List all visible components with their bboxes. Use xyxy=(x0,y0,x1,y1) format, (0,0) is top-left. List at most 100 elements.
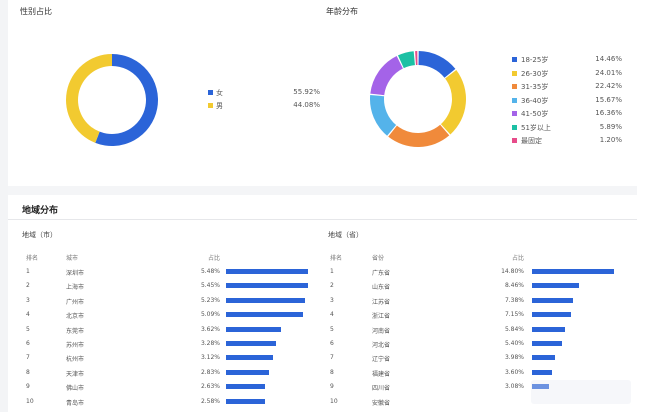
gender-legend-label-male: 男 xyxy=(216,102,223,110)
row-bar xyxy=(532,369,553,375)
row-bar xyxy=(532,269,615,274)
row-rank: 8 xyxy=(26,368,30,376)
row-name: 辽宁省 xyxy=(372,356,391,364)
province-subtitle: 地域（省） xyxy=(328,231,363,239)
row-rank: 4 xyxy=(26,311,30,319)
row-rank: 5 xyxy=(330,325,334,333)
row-percentage: 5.40% xyxy=(504,340,524,347)
region-divider xyxy=(8,219,637,220)
legend-swatch xyxy=(512,70,517,76)
age-legend-label: 41-50岁 xyxy=(521,110,549,118)
row-rank: 1 xyxy=(26,268,30,275)
gender-legend-label-female: 女 xyxy=(216,89,223,97)
legend-swatch xyxy=(512,124,517,130)
legend-swatch xyxy=(208,90,213,95)
legend-swatch xyxy=(512,57,517,62)
age-slice-6 xyxy=(415,51,418,66)
row-name: 天津市 xyxy=(66,370,85,378)
row-name: 青岛市 xyxy=(66,399,85,407)
row-name: 东莞市 xyxy=(66,327,85,335)
row-bar xyxy=(226,341,276,346)
row-percentage: 3.98% xyxy=(504,354,524,362)
row-bar xyxy=(226,369,269,375)
row-rank: 3 xyxy=(26,296,30,304)
row-rank: 4 xyxy=(330,311,334,319)
gender-donut-chart xyxy=(66,53,158,146)
row-bar xyxy=(532,312,572,318)
row-bar xyxy=(532,283,580,289)
legend-swatch xyxy=(512,138,517,143)
row-bar xyxy=(226,384,266,390)
row-rank: 9 xyxy=(330,383,334,391)
row-rank: 9 xyxy=(26,383,30,391)
row-name: 山东省 xyxy=(372,284,391,292)
row-bar xyxy=(226,297,305,303)
row-name: 江苏省 xyxy=(372,298,391,306)
age-legend-label: 31-35岁 xyxy=(521,83,549,91)
gender-legend-value-male: 44.08% xyxy=(293,101,320,109)
row-percentage: 2.58% xyxy=(200,397,220,405)
row-rank: 2 xyxy=(330,282,334,290)
age-slice-0 xyxy=(418,51,456,78)
gender-legend-value-female: 55.92% xyxy=(293,88,320,96)
row-percentage: 5.45% xyxy=(200,282,220,290)
row-name: 广东省 xyxy=(372,270,391,277)
city-header-pct: 占比 xyxy=(207,255,220,262)
age-legend-label: 18-25岁 xyxy=(521,56,549,64)
row-percentage: 3.60% xyxy=(504,368,524,376)
row-rank: 10 xyxy=(330,397,338,405)
row-name: 四川省 xyxy=(372,385,391,393)
age-legend-label: 36-40岁 xyxy=(521,96,549,105)
age-slice-3 xyxy=(370,95,397,136)
city-header-rank: 排名 xyxy=(26,255,39,262)
row-name: 苏州市 xyxy=(66,342,85,349)
row-percentage: 5.48% xyxy=(200,268,220,275)
row-percentage: 2.83% xyxy=(200,368,220,376)
row-name: 佛山市 xyxy=(66,385,85,393)
province-header-name: 省份 xyxy=(372,255,385,262)
row-name: 杭州市 xyxy=(66,356,85,364)
city-header-name: 城市 xyxy=(66,255,79,262)
row-name: 深圳市 xyxy=(66,270,85,277)
left-gutter xyxy=(0,0,8,412)
row-rank: 6 xyxy=(26,340,30,347)
row-name: 河北省 xyxy=(372,342,391,349)
age-slice-1 xyxy=(440,70,466,135)
row-bar xyxy=(532,297,574,303)
row-bar xyxy=(226,312,304,318)
row-rank: 1 xyxy=(330,268,334,275)
age-donut-chart xyxy=(370,51,466,147)
row-bar xyxy=(226,355,274,361)
watermark xyxy=(531,380,631,404)
row-rank: 5 xyxy=(26,325,30,333)
age-title: 年龄分布 xyxy=(326,7,358,16)
age-slice-4 xyxy=(370,55,403,96)
age-legend-value: 15.67% xyxy=(595,95,622,104)
age-legend-value: 1.20% xyxy=(599,136,622,144)
row-name: 福建省 xyxy=(372,370,391,378)
row-name: 河南省 xyxy=(372,327,391,335)
row-percentage: 7.15% xyxy=(504,311,524,319)
age-legend-label: 26-30岁 xyxy=(521,69,549,78)
row-percentage: 5.84% xyxy=(504,325,524,333)
age-legend-value: 16.36% xyxy=(595,109,622,117)
row-name: 上海市 xyxy=(66,284,85,292)
gender-slice-0 xyxy=(95,53,158,146)
row-rank: 7 xyxy=(330,354,334,362)
row-percentage: 3.12% xyxy=(200,354,220,362)
row-bar xyxy=(226,326,281,332)
legend-swatch xyxy=(512,97,517,103)
row-percentage: 3.62% xyxy=(200,325,220,333)
age-legend-label: 最固定 xyxy=(521,137,542,145)
row-rank: 2 xyxy=(26,282,30,290)
legend-swatch xyxy=(512,111,517,116)
row-rank: 10 xyxy=(26,397,34,405)
region-title: 地域分布 xyxy=(22,206,59,216)
row-name: 浙江省 xyxy=(372,313,391,321)
row-percentage: 14.80% xyxy=(501,268,524,275)
row-percentage: 3.28% xyxy=(200,340,220,347)
province-header-rank: 排名 xyxy=(330,255,343,262)
row-name: 广州市 xyxy=(66,298,85,306)
row-rank: 7 xyxy=(26,354,30,362)
legend-swatch xyxy=(208,103,213,108)
